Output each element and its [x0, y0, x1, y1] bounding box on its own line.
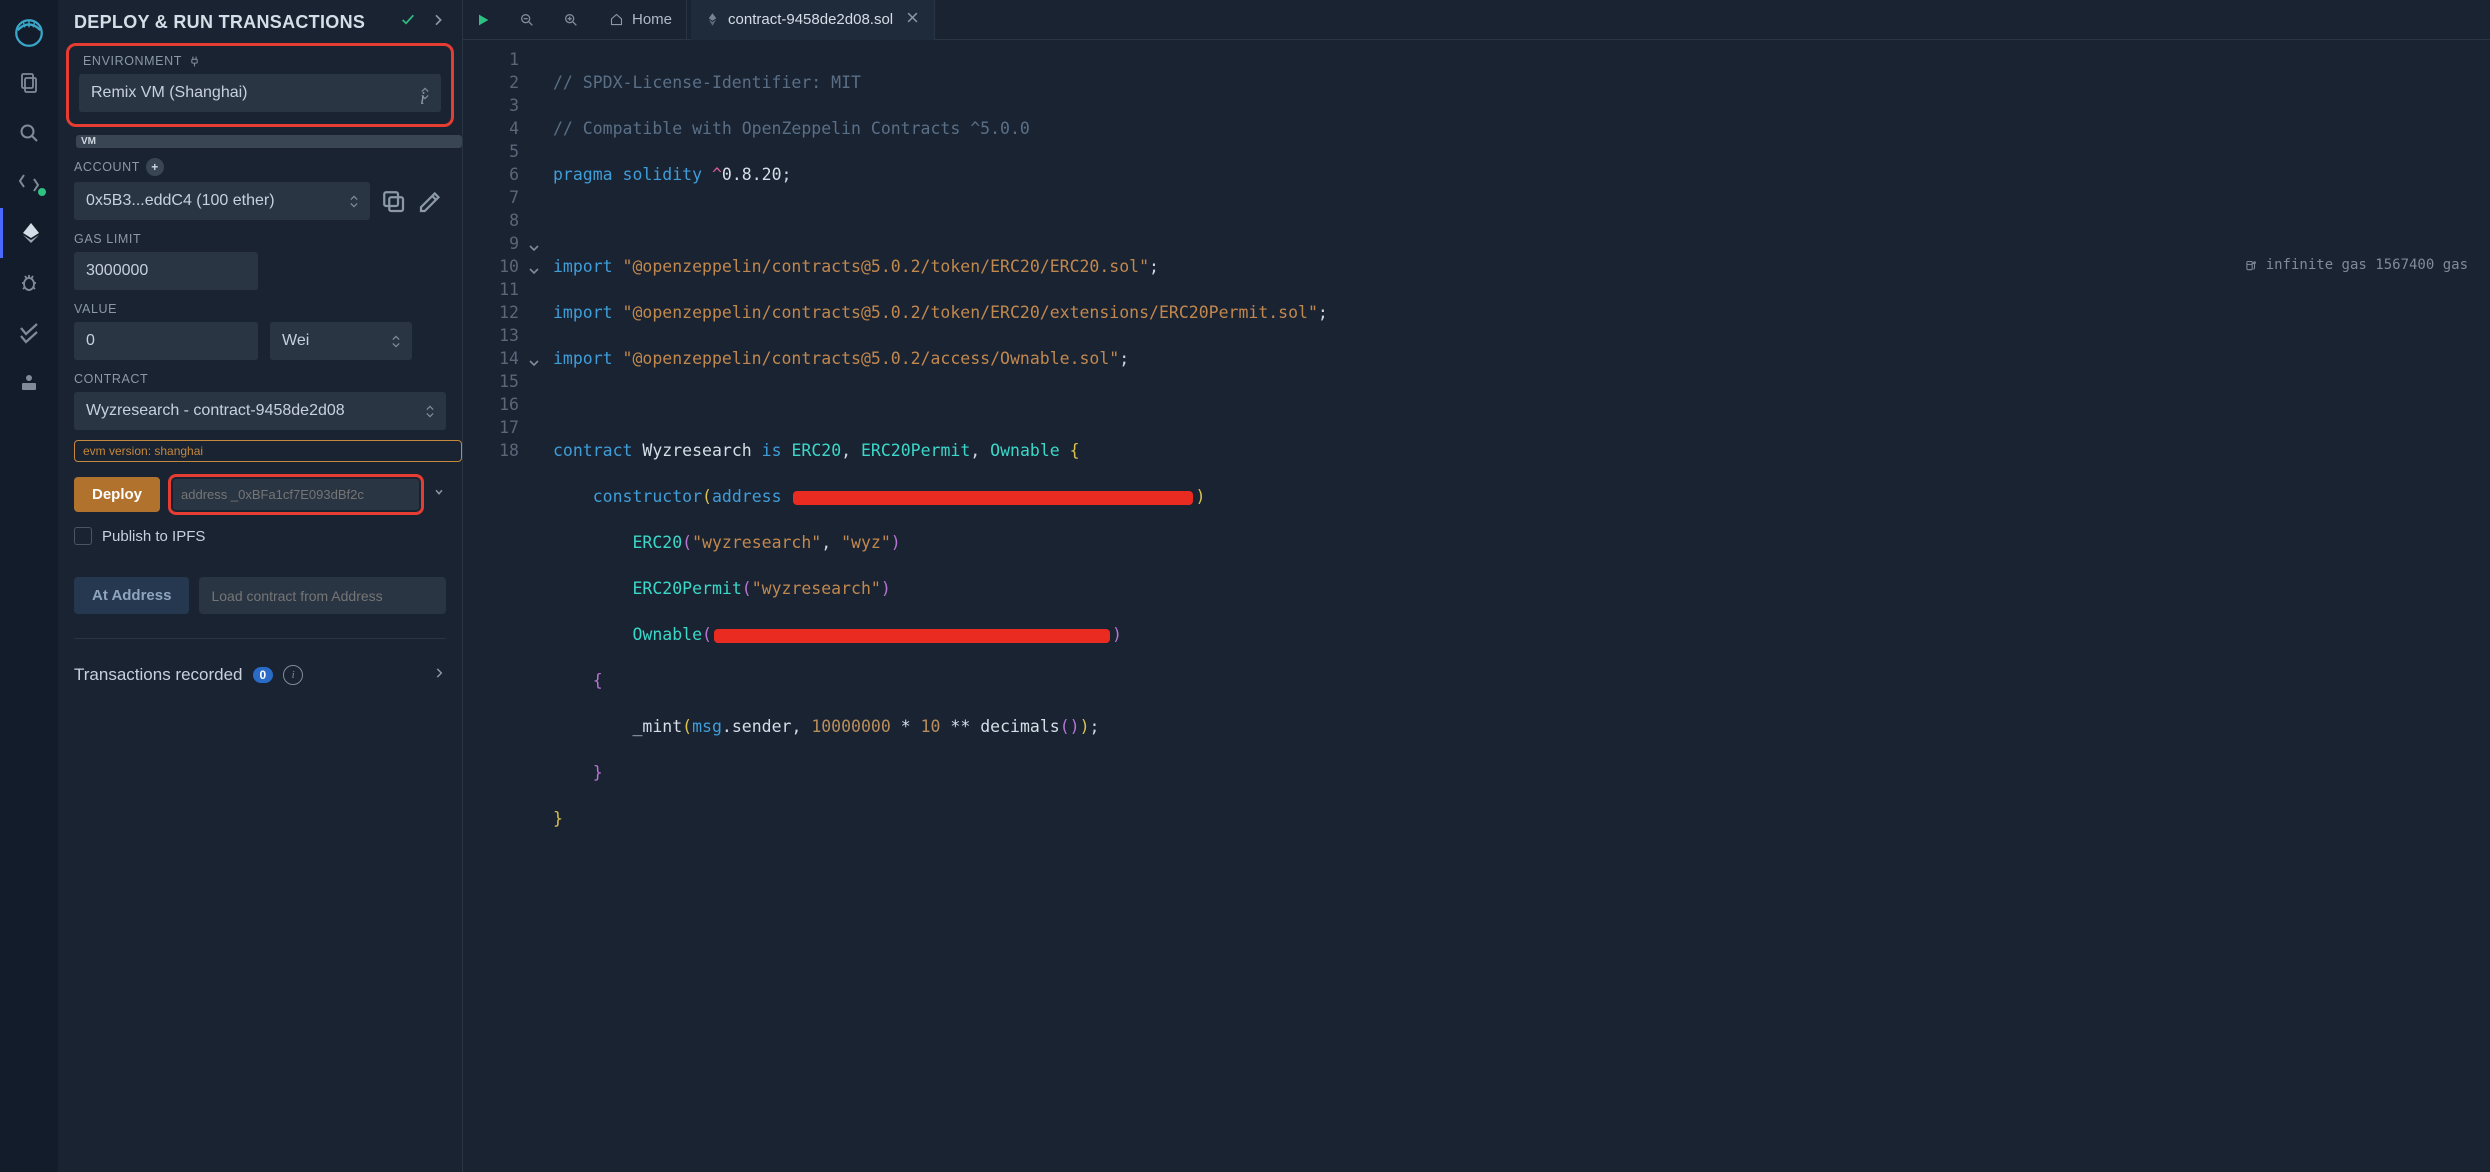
run-icon[interactable]: [463, 0, 503, 40]
at-address-button[interactable]: At Address: [74, 577, 189, 614]
value-unit-select[interactable]: Wei: [270, 322, 412, 360]
transactions-recorded-row[interactable]: Transactions recorded 0 i: [58, 647, 462, 703]
gas-pump-icon: [2244, 258, 2258, 272]
environment-select[interactable]: Remix VM (Shanghai): [79, 74, 441, 112]
file-tab[interactable]: contract-9458de2d08.sol: [691, 0, 935, 40]
value-amount-input[interactable]: 0: [74, 322, 258, 360]
gas-limit-label: GAS LIMIT: [74, 232, 446, 246]
file-explorer-icon[interactable]: [0, 58, 58, 108]
plugin-icon[interactable]: [0, 358, 58, 408]
contract-label: CONTRACT: [74, 372, 446, 386]
home-tab[interactable]: Home: [595, 0, 687, 40]
gas-estimate-note: infinite gas 1567400 gas: [2244, 257, 2468, 273]
close-tab-icon[interactable]: [905, 10, 920, 29]
constructor-args-input[interactable]: [173, 479, 419, 510]
info-icon[interactable]: i: [420, 88, 425, 109]
publish-ipfs-label: Publish to IPFS: [102, 528, 205, 545]
publish-ipfs-checkbox[interactable]: [74, 527, 92, 545]
environment-label: ENVIRONMENT: [83, 54, 441, 68]
environment-section: ENVIRONMENT Remix VM (Shanghai): [66, 43, 454, 127]
redacted-text: [714, 629, 1110, 643]
home-icon: [609, 12, 624, 27]
redacted-text: [793, 491, 1193, 505]
contract-select[interactable]: Wyzresearch - contract-9458de2d08: [74, 392, 446, 430]
tx-expand-icon[interactable]: [432, 666, 446, 685]
editor-area: Home contract-9458de2d08.sol 1234 5678 9…: [463, 0, 2490, 1172]
value-label: VALUE: [74, 302, 446, 316]
compiler-icon[interactable]: [0, 158, 58, 208]
edit-account-icon[interactable]: [416, 186, 446, 216]
solidity-file-icon: [705, 12, 720, 27]
deploy-icon[interactable]: [0, 208, 58, 258]
compile-success-dot: [36, 186, 48, 198]
panel-title: DEPLOY & RUN TRANSACTIONS: [74, 12, 365, 33]
deploy-button[interactable]: Deploy: [74, 477, 160, 512]
evm-version-badge: evm version: shanghai: [74, 440, 462, 462]
left-icon-sidebar: [0, 0, 58, 1172]
line-gutter: 1234 5678 9 10 111213 14 15161718: [463, 40, 545, 1172]
copy-address-icon[interactable]: [378, 186, 408, 216]
constructor-args-highlight: [168, 474, 424, 515]
tx-info-icon[interactable]: i: [283, 665, 303, 685]
expand-args-icon[interactable]: [432, 485, 446, 504]
editor-toolbar: Home contract-9458de2d08.sol: [463, 0, 2490, 40]
deploy-panel: DEPLOY & RUN TRANSACTIONS ENVIRONMENT Re…: [58, 0, 463, 1172]
plug-icon: [188, 55, 201, 68]
code-content: // SPDX-License-Identifier: MIT // Compa…: [545, 40, 2490, 1172]
zoom-out-icon[interactable]: [507, 0, 547, 40]
account-label: ACCOUNT +: [74, 158, 446, 176]
vm-tag: VM: [76, 135, 462, 148]
panel-chevron-icon[interactable]: [430, 12, 446, 33]
add-account-button[interactable]: +: [146, 158, 164, 176]
account-select[interactable]: 0x5B3...eddC4 (100 ether): [74, 182, 370, 220]
tx-count-badge: 0: [253, 667, 274, 683]
unit-test-icon[interactable]: [0, 308, 58, 358]
search-icon[interactable]: [0, 108, 58, 158]
panel-header: DEPLOY & RUN TRANSACTIONS: [58, 0, 462, 41]
remix-logo-icon[interactable]: [0, 8, 58, 58]
at-address-input[interactable]: [199, 577, 446, 614]
panel-check-icon[interactable]: [400, 12, 416, 33]
debugger-icon[interactable]: [0, 258, 58, 308]
divider: [74, 638, 446, 639]
zoom-in-icon[interactable]: [551, 0, 591, 40]
gas-limit-input[interactable]: 3000000: [74, 252, 258, 290]
code-editor[interactable]: 1234 5678 9 10 111213 14 15161718 // SPD…: [463, 40, 2490, 1172]
